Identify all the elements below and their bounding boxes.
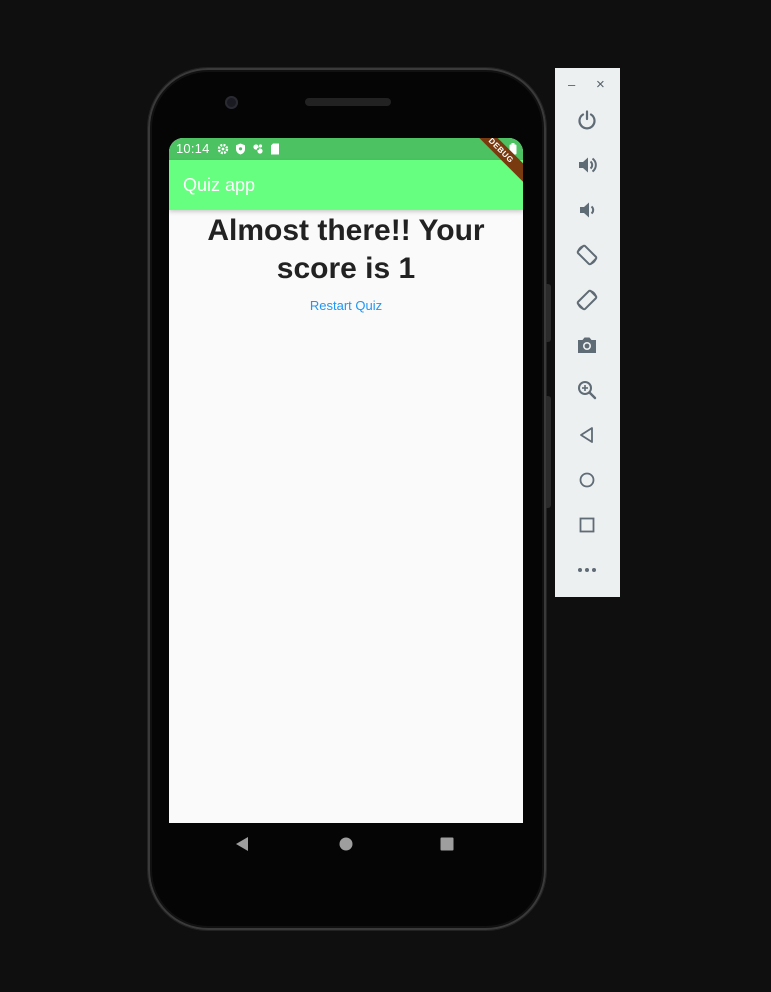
- nav-home-button[interactable]: [339, 837, 353, 856]
- score-message: Almost there!! Your score is 1: [207, 214, 485, 285]
- back-button[interactable]: [572, 420, 602, 450]
- status-time: 10:14: [176, 141, 210, 156]
- power-button[interactable]: [572, 105, 602, 135]
- fan-icon: [252, 143, 264, 155]
- front-camera: [225, 96, 238, 109]
- recents-square-icon: [440, 837, 454, 855]
- nav-recents-button[interactable]: [440, 837, 454, 856]
- emulator-stage: 10:14 DEBUG Quiz app Almost there!! Your…: [0, 0, 771, 992]
- volume-up-icon: [576, 154, 598, 176]
- rotate-right-icon: [575, 288, 599, 312]
- home-circle-icon: [339, 837, 353, 855]
- screenshot-button[interactable]: [572, 330, 602, 360]
- rotate-left-icon: [575, 243, 599, 267]
- rotate-left-button[interactable]: [572, 240, 602, 270]
- sd-card-icon: [270, 143, 280, 155]
- back-triangle-icon: [235, 837, 249, 856]
- close-window-button[interactable]: ×: [596, 77, 605, 92]
- power-icon: [576, 109, 598, 131]
- minimize-window-button[interactable]: –: [568, 78, 575, 91]
- restart-quiz-button[interactable]: Restart Quiz: [296, 298, 396, 316]
- status-bar: 10:14: [169, 138, 523, 160]
- volume-up-button[interactable]: [572, 150, 602, 180]
- nav-back-button[interactable]: [235, 836, 249, 857]
- status-icons: [217, 142, 280, 156]
- emulator-toolbar: – ×: [555, 68, 620, 597]
- more-icon: [577, 567, 597, 573]
- power-side-button: [546, 284, 551, 342]
- overview-icon: [578, 516, 596, 534]
- overview-button[interactable]: [572, 510, 602, 540]
- shield-icon: [235, 143, 246, 155]
- back-icon: [578, 426, 596, 444]
- zoom-button[interactable]: [572, 375, 602, 405]
- volume-down-icon: [576, 199, 598, 221]
- settings-icon: [217, 143, 229, 155]
- rotate-right-button[interactable]: [572, 285, 602, 315]
- app-title: Quiz app: [183, 175, 256, 195]
- app-bar: Quiz app: [169, 160, 523, 210]
- camera-icon: [576, 335, 598, 355]
- phone-screen: 10:14 DEBUG Quiz app Almost there!! Your…: [169, 138, 523, 823]
- earpiece-speaker: [305, 98, 391, 106]
- zoom-icon: [576, 379, 598, 401]
- home-icon: [578, 471, 596, 489]
- volume-down-button[interactable]: [572, 195, 602, 225]
- home-button[interactable]: [572, 465, 602, 495]
- volume-side-button: [546, 396, 551, 508]
- more-button[interactable]: [572, 555, 602, 585]
